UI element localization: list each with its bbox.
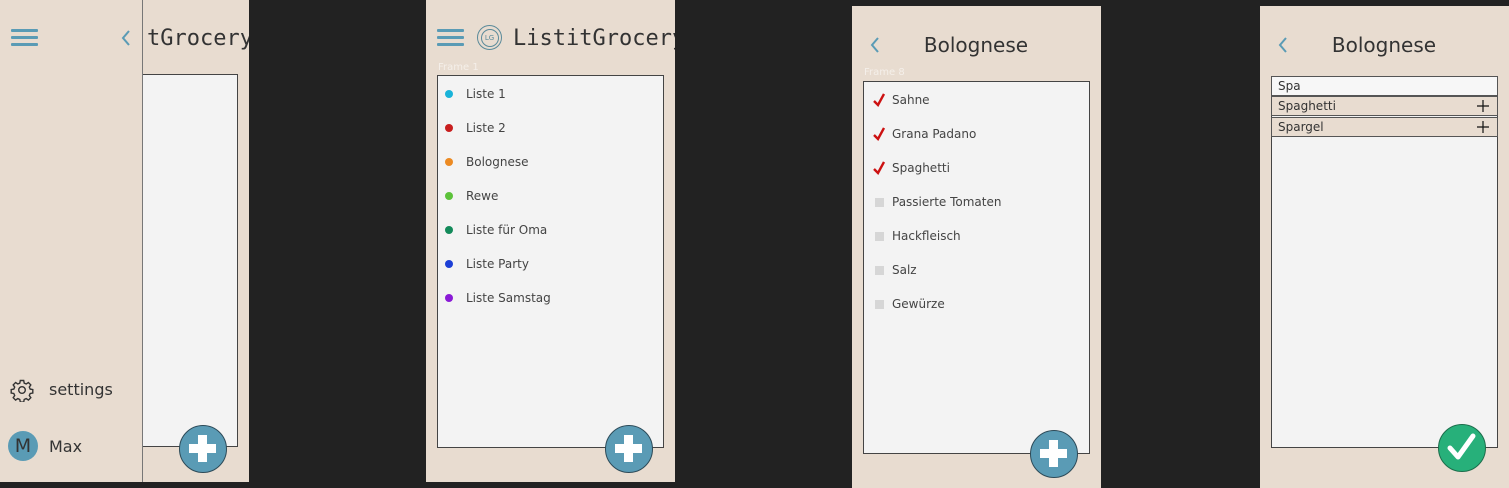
list-color-dot bbox=[445, 294, 453, 302]
lists-panel: Liste 1 Liste 2 Bolognese Rewe Liste für… bbox=[437, 75, 664, 448]
navigation-drawer: settings M Max bbox=[0, 0, 143, 482]
items-panel: Sahne Grana Padano Spaghetti Passierte T… bbox=[863, 81, 1090, 454]
grocery-item[interactable]: Spaghetti bbox=[864, 158, 1089, 178]
list-color-dot bbox=[445, 158, 453, 166]
list-color-dot bbox=[445, 90, 453, 98]
item-label: Gewürze bbox=[892, 297, 945, 311]
list-item[interactable]: Rewe bbox=[438, 186, 663, 206]
screen-list-detail: Bolognese Frame 8 Sahne Grana Padano Spa… bbox=[852, 6, 1101, 488]
list-label: Bolognese bbox=[466, 155, 529, 169]
confirm-button[interactable] bbox=[1438, 424, 1486, 472]
suggestion-item[interactable]: Spaghetti bbox=[1271, 96, 1498, 116]
list-color-dot bbox=[445, 226, 453, 234]
list-label: Liste Party bbox=[466, 257, 529, 271]
item-label: Spaghetti bbox=[892, 161, 950, 175]
list-label: Rewe bbox=[466, 189, 499, 203]
item-label: Passierte Tomaten bbox=[892, 195, 1002, 209]
user-name: Max bbox=[49, 437, 83, 456]
list-title: Bolognese bbox=[1331, 33, 1437, 57]
list-item[interactable]: Liste 1 bbox=[438, 84, 663, 104]
gear-icon bbox=[10, 379, 34, 402]
list-item[interactable]: Bolognese bbox=[438, 152, 663, 172]
logo-icon: LG bbox=[477, 25, 502, 50]
checkmark-icon[interactable] bbox=[873, 93, 885, 107]
grocery-item[interactable]: Gewürze bbox=[864, 294, 1089, 314]
item-label: Hackfleisch bbox=[892, 229, 961, 243]
item-label: Sahne bbox=[892, 93, 930, 107]
checkbox[interactable] bbox=[875, 299, 884, 309]
checkbox[interactable] bbox=[875, 231, 884, 241]
add-item-button[interactable] bbox=[1030, 430, 1078, 478]
list-item[interactable]: Liste 2 bbox=[438, 118, 663, 138]
search-input[interactable]: Spa bbox=[1271, 76, 1498, 96]
screen-drawer: tGrocery settings M Max bbox=[0, 0, 249, 482]
checkbox[interactable] bbox=[875, 197, 884, 207]
list-item[interactable]: Liste für Oma bbox=[438, 220, 663, 240]
list-color-dot bbox=[445, 192, 453, 200]
item-label: Grana Padano bbox=[892, 127, 977, 141]
checkmark-icon bbox=[1447, 433, 1476, 460]
app-title: ListitGrocery bbox=[513, 26, 675, 51]
app-title-partial: tGrocery bbox=[147, 26, 249, 51]
list-label: Liste 1 bbox=[466, 87, 506, 101]
checkbox[interactable] bbox=[875, 265, 884, 275]
suggestion-item[interactable]: Spargel bbox=[1271, 117, 1498, 137]
grocery-item[interactable]: Grana Padano bbox=[864, 124, 1089, 144]
frame-ghost-label: Frame 1 bbox=[438, 62, 479, 73]
add-list-button[interactable] bbox=[605, 425, 653, 473]
suggestion-label: Spargel bbox=[1278, 120, 1324, 134]
list-label: Liste Samstag bbox=[466, 291, 551, 305]
checkmark-icon[interactable] bbox=[873, 161, 885, 175]
list-label: Liste für Oma bbox=[466, 223, 548, 237]
plus-icon bbox=[615, 435, 642, 462]
grocery-item[interactable]: Sahne bbox=[864, 90, 1089, 110]
search-input-value: Spa bbox=[1278, 79, 1301, 93]
hamburger-menu-icon[interactable] bbox=[11, 29, 38, 46]
item-label: Salz bbox=[892, 263, 917, 277]
avatar-initial: M bbox=[14, 435, 32, 457]
grocery-item[interactable]: Salz bbox=[864, 260, 1089, 280]
plus-icon bbox=[189, 435, 216, 462]
checkmark-icon[interactable] bbox=[873, 127, 885, 141]
user-menu-item[interactable]: M Max bbox=[8, 431, 133, 461]
list-color-dot bbox=[445, 124, 453, 132]
grocery-item[interactable]: Passierte Tomaten bbox=[864, 192, 1089, 212]
plus-icon[interactable] bbox=[1477, 121, 1489, 133]
list-item[interactable]: Liste Samstag bbox=[438, 288, 663, 308]
chevron-left-icon[interactable] bbox=[1277, 36, 1289, 54]
settings-label: settings bbox=[49, 380, 113, 399]
grocery-item[interactable]: Hackfleisch bbox=[864, 226, 1089, 246]
chevron-left-icon[interactable] bbox=[869, 36, 881, 54]
plus-icon bbox=[1040, 440, 1067, 467]
chevron-left-icon[interactable] bbox=[120, 29, 132, 47]
suggestion-label: Spaghetti bbox=[1278, 99, 1336, 113]
frame-ghost-label: Frame 8 bbox=[864, 67, 905, 78]
list-color-dot bbox=[445, 260, 453, 268]
avatar: M bbox=[8, 431, 38, 461]
screen-lists: LG ListitGrocery Frame 1 Liste 1 Liste 2… bbox=[426, 0, 675, 482]
logo-letters: LG bbox=[484, 33, 495, 42]
settings-menu-item[interactable]: settings bbox=[10, 378, 135, 402]
list-item[interactable]: Liste Party bbox=[438, 254, 663, 274]
hamburger-menu-icon[interactable] bbox=[437, 29, 464, 46]
lists-panel bbox=[138, 74, 238, 447]
list-label: Liste 2 bbox=[466, 121, 506, 135]
plus-icon[interactable] bbox=[1477, 100, 1489, 112]
add-list-button[interactable] bbox=[179, 425, 227, 473]
list-title: Bolognese bbox=[923, 33, 1029, 57]
